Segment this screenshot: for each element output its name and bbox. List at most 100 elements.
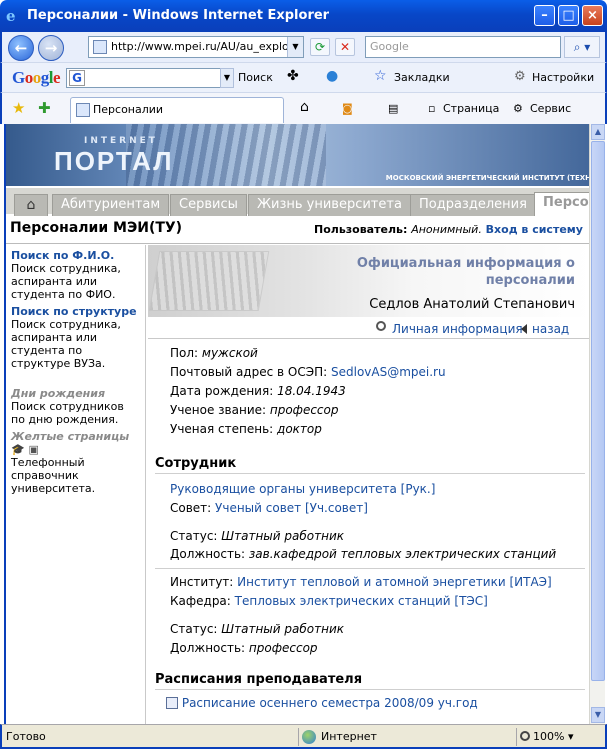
tab-persons[interactable]: Персона [534,192,589,216]
id-card-icon: ▣ [28,443,39,456]
tab-departments[interactable]: Подразделения [410,194,536,216]
favorites-bar: ★ ✚ Персоналии ⌂ ◙ ▤ ▫ Страница ⚙ Сервис [0,92,607,124]
google-search-button[interactable]: Поиск [238,71,273,84]
status2-row: Статус: Штатный работник [170,622,344,636]
sidebar-link-birthdays[interactable]: Дни рождения [11,387,141,400]
personal-info-link[interactable]: Личная информация [392,322,523,336]
graduation-cap-icon: 🎓 [11,443,25,456]
portal-banner: INTERNET ПОРТАЛ МОСКОВСКИЙ ЭНЕРГЕТИЧЕСКИ… [6,124,589,186]
employee-heading: Сотрудник [155,456,237,471]
bookmark-star-icon[interactable]: ☆ [374,68,387,84]
documents-illustration [148,251,270,311]
status1-row: Статус: Штатный работник [170,529,344,543]
search-button[interactable]: ⌕ ▾ [564,36,600,58]
service-menu[interactable]: Сервис [530,102,571,115]
google-dropdown[interactable]: ▼ [220,68,234,88]
add-favorite-icon[interactable]: ✚ [38,99,51,117]
page-header: Персоналии МЭИ(ТУ) Пользователь: Анонимн… [6,214,589,244]
back-button[interactable]: ← [8,35,34,61]
login-link[interactable]: Вход в систему [486,223,583,236]
favorites-star-icon[interactable]: ★ [12,99,25,117]
status-text: Готово [6,730,46,743]
institute-name: МОСКОВСКИЙ ЭНЕРГЕТИЧЕСКИЙ ИНСТИТУТ (ТЕХН [385,174,589,182]
scroll-up-icon[interactable]: ▲ [591,124,605,140]
magnifier-icon [376,321,386,331]
sidebar-link-fio[interactable]: Поиск по Ф.И.О. [11,249,141,262]
forward-button[interactable]: → [38,35,64,61]
page-menu[interactable]: Страница [443,102,499,115]
schedule-heading: Расписания преподавателя [155,672,363,687]
schedule-row: Расписание осеннего семестра 2008/09 уч.… [166,696,478,710]
sidebar-item-fio: Поиск по Ф.И.О. Поиск сотрудника, аспира… [11,249,141,301]
tab-applicants[interactable]: Абитуриентам [52,194,170,216]
page-title: Персоналии МЭИ(ТУ) [10,220,183,236]
vertical-scrollbar[interactable]: ▲ ▼ [589,124,605,724]
degree-value: доктор [277,422,322,436]
profile-hero: Официальная информация о персоналии Седл… [148,245,589,317]
back-link[interactable]: назад [532,322,569,336]
print-icon[interactable]: ▤ [388,102,398,115]
refresh-icon[interactable]: ⟳ [310,38,330,56]
sidebar-link-yellow-pages[interactable]: Желтые страницы 🎓 ▣ [11,430,141,456]
sidebar-link-structure[interactable]: Поиск по структуре [11,305,141,318]
tab-title: Персоналии [93,103,164,116]
status1-value: Штатный работник [221,529,344,543]
rss-icon[interactable]: ◙ [342,102,353,115]
tab-services[interactable]: Сервисы [170,194,247,216]
gender-row: Пол: мужской [170,346,258,360]
academic-title-value: профессор [269,403,339,417]
settings-menu[interactable]: Настройки [532,71,594,84]
banner-kicker: INTERNET [84,136,158,146]
schedule-link[interactable]: Расписание осеннего семестра 2008/09 уч.… [182,696,478,710]
birth-label: Дата рождения: [170,384,274,398]
profile-subnav: Личная информация назад [148,321,589,339]
status2-label: Статус: [170,622,218,636]
email-link[interactable]: SedlovAS@mpei.ru [331,365,446,379]
schedule-divider [155,689,585,690]
zoom-control[interactable]: 100% ▾ [516,728,573,746]
assignment-divider [155,568,585,569]
calendar-icon [166,697,178,709]
home-tab-icon[interactable]: ⌂ [14,194,48,216]
org-row: Руководящие органы университета [Рук.] [170,482,435,496]
browser-tab[interactable]: Персоналии [70,97,284,123]
google-toolbar: Google G ▼ Поиск ✤ ● ☆ Закладки ⚙ Настро… [0,62,607,92]
google-logo: Google [12,68,61,87]
maximize-button[interactable]: □ [558,5,579,26]
tools-gear-icon: ⚙ [513,102,523,115]
department-link[interactable]: Тепловых электрических станций [ТЭС] [235,594,488,608]
search-input[interactable]: Google [365,36,561,58]
sidebar-item-structure: Поиск по структуре Поиск сотрудника, асп… [11,305,141,370]
address-field[interactable]: http://www.mpei.ru/AU/au_explorer ▼ [88,36,304,58]
scroll-down-icon[interactable]: ▼ [591,707,605,723]
council-link[interactable]: Ученый совет [Уч.совет] [215,501,368,515]
google-g-icon: G [69,70,85,86]
tab-university-life[interactable]: Жизнь университета [248,194,411,216]
minimize-button[interactable]: – [534,5,555,26]
position2-value: профессор [248,641,318,655]
home-icon[interactable]: ⌂ [300,99,309,115]
bookmarks-menu[interactable]: Закладки [394,71,450,84]
sidebar-desc-structure: Поиск сотрудника, аспиранта или студента… [11,318,121,370]
institute-link[interactable]: Институт тепловой и атомной энергетики [… [237,575,552,589]
employee-divider [155,473,585,474]
main-content: Официальная информация о персоналии Седл… [148,245,589,724]
stop-icon[interactable]: ✕ [335,38,355,56]
google-search-field[interactable]: G [66,68,234,88]
official-heading: Официальная информация о персоналии [356,256,575,288]
council-label: Совет: [170,501,212,515]
org-link[interactable]: Руководящие органы университета [Рук.] [170,482,435,496]
scroll-thumb[interactable] [591,141,605,681]
sidebar-desc-fio: Поиск сотрудника, аспиранта или студента… [11,262,121,301]
user-value: Анонимный. [411,223,482,236]
user-label: Пользователь: [314,223,408,236]
portal-logo: ПОРТАЛ [54,146,174,176]
close-button[interactable]: × [582,5,603,26]
puzzle-icon[interactable]: ✤ [287,68,299,84]
page-icon [93,40,107,54]
address-dropdown[interactable]: ▼ [287,37,303,57]
chat-icon[interactable]: ● [326,68,338,84]
sidebar-item-yellow-pages: Желтые страницы 🎓 ▣ Телефонный справочни… [11,430,141,495]
department-row: Кафедра: Тепловых электрических станций … [170,594,488,608]
degree-label: Ученая степень: [170,422,274,436]
